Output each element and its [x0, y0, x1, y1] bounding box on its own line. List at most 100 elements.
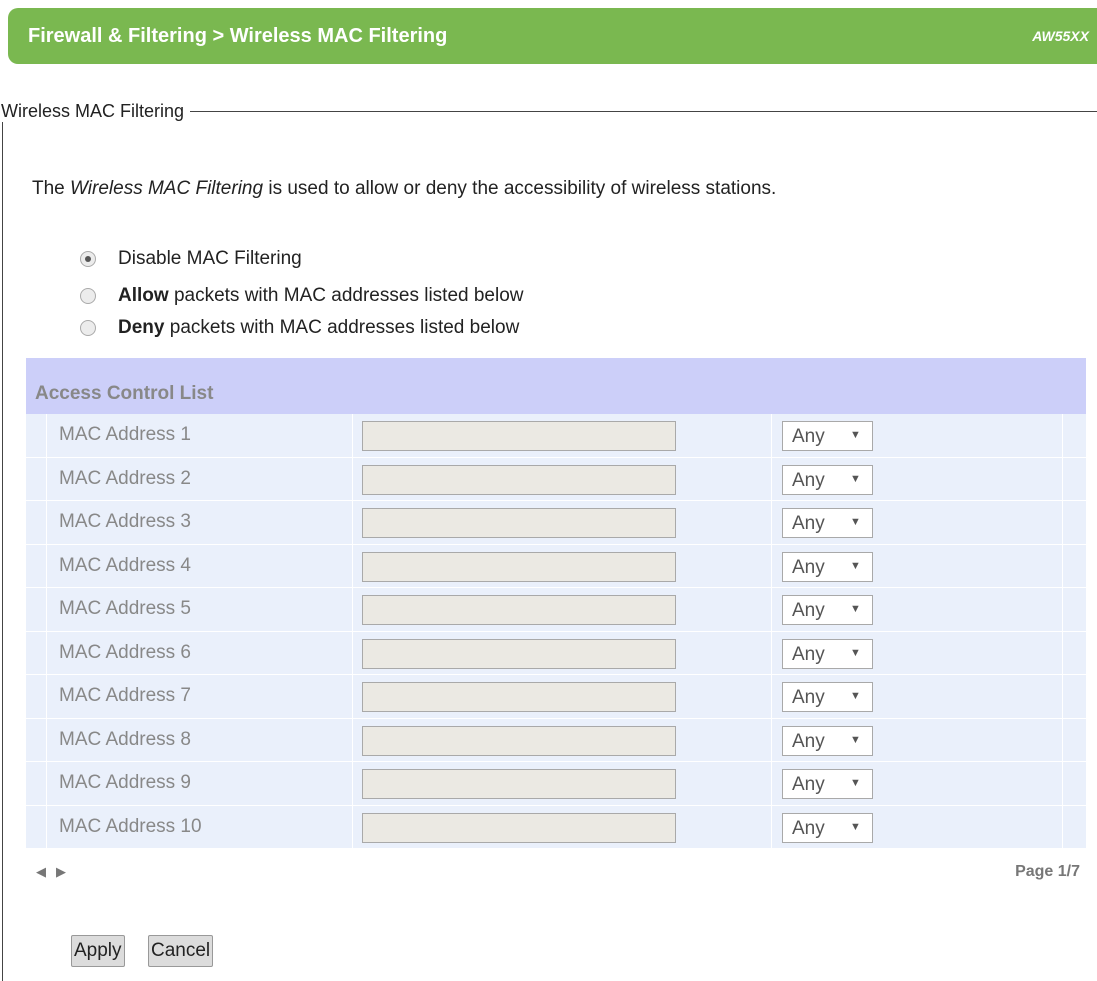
row-right-pad	[1062, 631, 1087, 674]
row-right-pad	[1062, 457, 1087, 500]
model-label: AW55XX	[1032, 28, 1089, 44]
mac-address-input[interactable]	[362, 421, 676, 451]
chevron-down-icon: ▼	[850, 472, 861, 485]
select-value: Any	[792, 556, 825, 578]
row-left-pad	[26, 501, 47, 544]
mac-input-cell	[353, 588, 772, 631]
row-left-pad	[26, 544, 47, 587]
mac-input-cell	[353, 414, 772, 457]
radio-option-deny[interactable]: Deny packets with MAC addresses listed b…	[80, 314, 519, 342]
acl-row: MAC Address 2 Any ▼	[26, 457, 1087, 501]
mac-label-cell: MAC Address 9	[47, 762, 353, 805]
acl-row: MAC Address 5 Any ▼	[26, 588, 1086, 632]
mac-address-label: MAC Address 2	[59, 467, 191, 489]
row-left-pad	[26, 675, 47, 718]
radio-label-allow-bold: Allow	[118, 285, 169, 306]
pager-controls: ◀ ▶	[36, 864, 76, 880]
radio-label-deny-bold: Deny	[118, 317, 165, 338]
row-left-pad	[26, 762, 47, 805]
acl-row: MAC Address 10 Any ▼	[26, 805, 1086, 849]
mac-label-cell: MAC Address 3	[47, 501, 353, 544]
cancel-button[interactable]: Cancel	[148, 935, 214, 967]
mac-input-cell	[353, 631, 772, 674]
description-em: Wireless MAC Filtering	[70, 178, 264, 199]
mac-address-input[interactable]	[362, 769, 676, 799]
interface-select[interactable]: Any ▼	[782, 508, 873, 538]
select-value: Any	[792, 513, 825, 534]
interface-select[interactable]: Any ▼	[782, 464, 873, 495]
row-left-pad	[26, 805, 47, 848]
chevron-down-icon: ▼	[850, 559, 861, 572]
mac-address-label: MAC Address 9	[59, 772, 191, 793]
radio-deny-packets[interactable]	[80, 320, 96, 336]
mac-address-label: MAC Address 5	[59, 598, 191, 619]
row-right-pad	[1062, 588, 1087, 631]
interface-select[interactable]: Any ▼	[782, 421, 873, 451]
mac-address-input[interactable]	[362, 812, 676, 843]
interface-select[interactable]: Any ▼	[782, 725, 873, 756]
radio-allow-packets[interactable]	[80, 288, 96, 304]
interface-select[interactable]: Any ▼	[782, 595, 873, 625]
mac-address-input[interactable]	[362, 551, 676, 582]
section-legend: Wireless MAC Filtering	[1, 101, 185, 121]
page-header: Firewall & Filtering > Wireless MAC Filt…	[8, 8, 1097, 64]
acl-row: MAC Address 6 Any ▼	[26, 631, 1087, 675]
chevron-down-icon: ▼	[850, 820, 861, 833]
interface-select[interactable]: Any ▼	[782, 812, 873, 843]
interface-select[interactable]: Any ▼	[782, 769, 873, 799]
chevron-down-icon: ▼	[850, 777, 861, 789]
row-right-pad	[1062, 675, 1087, 718]
mac-address-input[interactable]	[362, 638, 676, 669]
description-suffix: is used to allow or deny the accessibili…	[263, 178, 777, 199]
mac-address-label: MAC Address 1	[59, 424, 191, 445]
chevron-down-icon: ▼	[850, 603, 861, 615]
mac-label-cell: MAC Address 5	[47, 588, 353, 631]
row-left-pad	[26, 588, 47, 631]
row-right-pad	[1062, 718, 1087, 761]
radio-option-disable[interactable]: Disable MAC Filtering	[80, 245, 302, 273]
mac-address-input[interactable]	[362, 464, 676, 495]
chevron-down-icon: ▼	[850, 690, 861, 702]
section-description: The Wireless MAC Filtering is used to al…	[32, 178, 776, 200]
mac-address-input[interactable]	[362, 725, 676, 756]
mac-address-label: MAC Address 6	[59, 641, 191, 663]
apply-button[interactable]: Apply	[71, 935, 125, 967]
mac-label-cell: MAC Address 1	[47, 414, 353, 457]
mac-input-cell	[353, 718, 772, 761]
next-page-icon[interactable]: ▶	[56, 864, 66, 879]
acl-row: MAC Address 8 Any ▼	[26, 718, 1087, 762]
row-left-pad	[26, 457, 47, 500]
interface-select[interactable]: Any ▼	[782, 551, 873, 582]
mac-address-input[interactable]	[362, 508, 676, 538]
row-left-pad	[26, 414, 47, 457]
mac-label-cell: MAC Address 2	[47, 457, 353, 500]
mac-input-cell	[353, 805, 772, 848]
mac-address-label: MAC Address 10	[59, 815, 202, 837]
interface-select[interactable]: Any ▼	[782, 638, 873, 669]
chevron-down-icon: ▼	[850, 516, 861, 528]
prev-page-icon[interactable]: ◀	[36, 864, 46, 879]
select-value: Any	[792, 817, 825, 839]
select-value: Any	[792, 687, 825, 708]
row-left-pad	[26, 631, 47, 674]
acl-row: MAC Address 7 Any ▼	[26, 675, 1086, 719]
row-right-pad	[1062, 544, 1087, 587]
acl-row: MAC Address 1 Any ▼	[26, 414, 1086, 458]
acl-title: Access Control List	[35, 383, 214, 404]
interface-select[interactable]: Any ▼	[782, 682, 873, 712]
select-value: Any	[792, 730, 825, 752]
row-right-pad	[1062, 414, 1087, 457]
mac-address-input[interactable]	[362, 682, 676, 712]
radio-label-allow: Allow packets with MAC addresses listed …	[118, 285, 524, 307]
radio-option-allow[interactable]: Allow packets with MAC addresses listed …	[80, 282, 524, 310]
select-value: Any	[792, 774, 825, 795]
mac-label-cell: MAC Address 6	[47, 631, 353, 674]
acl-row: MAC Address 4 Any ▼	[26, 544, 1087, 588]
mac-address-label: MAC Address 8	[59, 728, 191, 750]
mac-address-input[interactable]	[362, 595, 676, 625]
acl-header: Access Control List	[26, 358, 1086, 414]
page-title: Firewall & Filtering > Wireless MAC Filt…	[28, 25, 448, 47]
radio-label-allow-text: packets with MAC addresses listed below	[168, 285, 524, 306]
mac-address-label: MAC Address 4	[59, 554, 191, 576]
radio-disable-mac-filtering[interactable]	[80, 251, 96, 267]
